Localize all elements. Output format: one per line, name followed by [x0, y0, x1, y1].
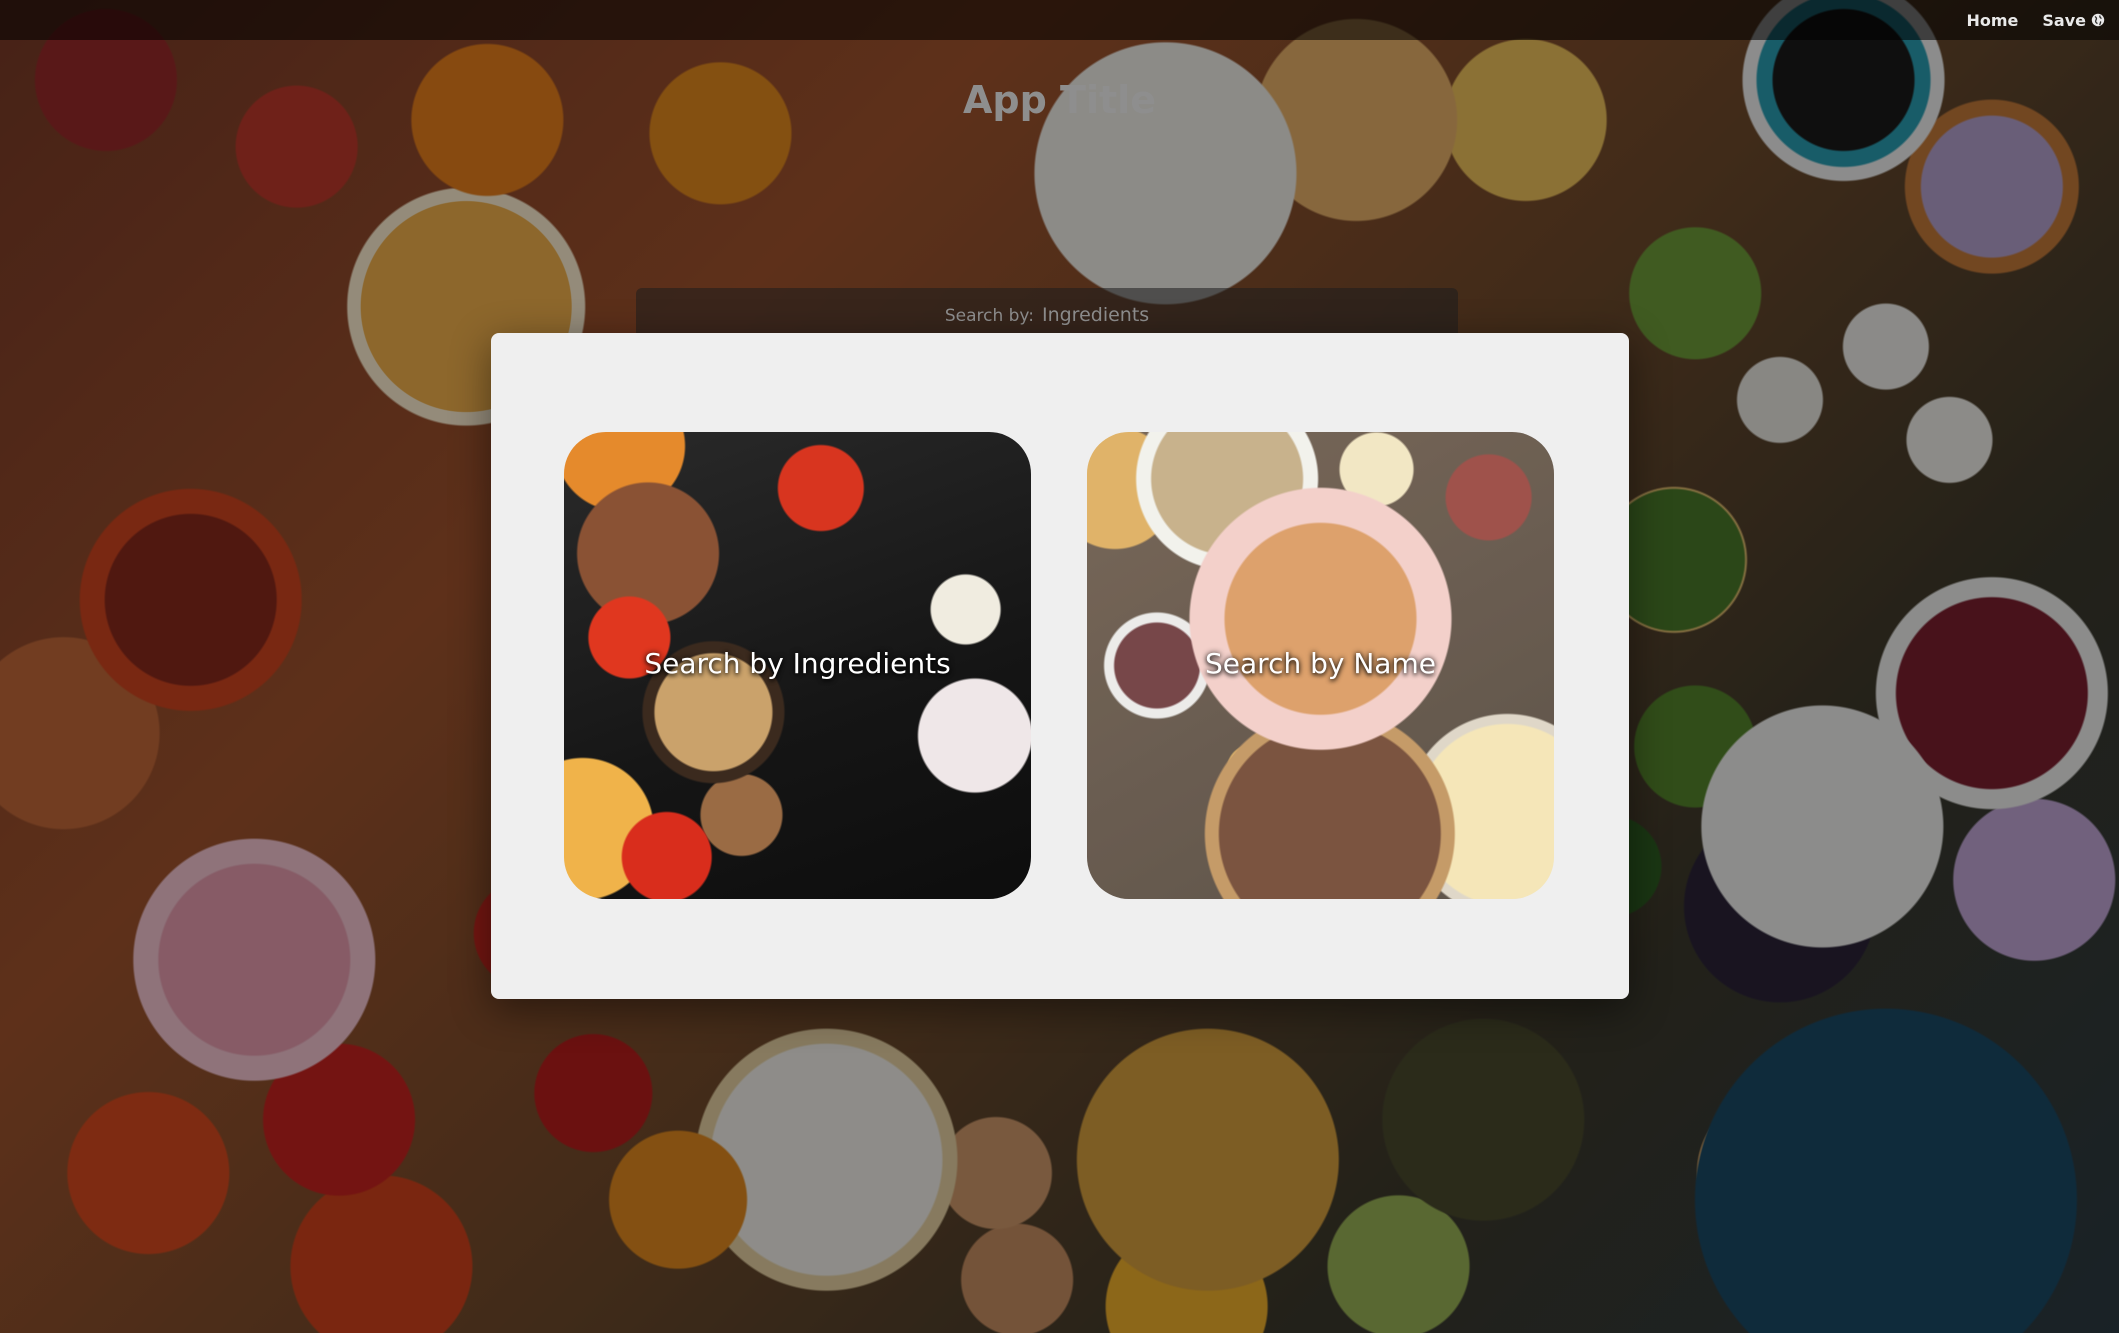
- globe-icon: [2091, 13, 2105, 27]
- search-by-ingredients-label: Search by Ingredients: [644, 647, 951, 680]
- search-by-name-card[interactable]: Search by Name: [1087, 432, 1554, 899]
- search-by-name-label: Search by Name: [1205, 647, 1436, 680]
- search-mode-modal: Search by Ingredients Search by Name: [491, 333, 1629, 999]
- nav-home-link[interactable]: Home: [1966, 11, 2018, 30]
- search-by-row: Search by: Ingredients: [636, 304, 1458, 326]
- search-by-select[interactable]: Ingredients: [1042, 304, 1149, 326]
- nav-home-label: Home: [1966, 10, 2019, 30]
- nav-save-link[interactable]: Save: [2042, 11, 2105, 30]
- nav-save-label: Save: [2042, 10, 2086, 30]
- search-by-ingredients-card[interactable]: Search by Ingredients: [564, 432, 1031, 899]
- nav-links: Home Save: [1966, 0, 2105, 40]
- search-by-label: Search by:: [944, 306, 1034, 326]
- page-title: App Title: [963, 78, 1156, 122]
- search-bar: Search by: Ingredients: [636, 288, 1458, 334]
- navbar: Home Save: [0, 0, 2119, 40]
